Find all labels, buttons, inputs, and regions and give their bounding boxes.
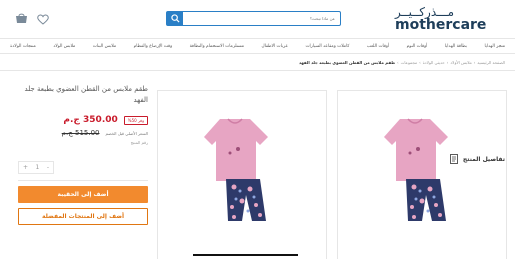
search-input[interactable] [185, 12, 339, 25]
nav-item-gift-shop[interactable]: متجر الهدايا [484, 44, 505, 49]
breadcrumb-item[interactable]: حديثي الولادة [423, 60, 445, 65]
breadcrumb-item[interactable]: الصفحة الرئيسية [477, 60, 505, 65]
old-price-row: السعر الأصلي قبل الخصم 515.00 ج.م [62, 129, 148, 137]
nav-item-feeding[interactable]: وقت الإرضاع والفطام [134, 44, 173, 49]
product-image-secondary[interactable] [157, 90, 327, 259]
nav-item-boys[interactable]: ملابس الولاد [53, 44, 75, 49]
search-bar [166, 11, 341, 26]
breadcrumb-item[interactable]: ملابس الأولاد [450, 60, 471, 65]
nav-item-girls[interactable]: ملابس البنات [93, 44, 116, 49]
divider [0, 70, 515, 71]
cart-icon [15, 13, 27, 23]
qty-value[interactable]: 1 [36, 164, 40, 171]
nav-item-play[interactable]: أوقات اللعب [367, 44, 389, 49]
breadcrumb-separator: › [446, 59, 449, 65]
nav-item-car-seats[interactable]: كاملات ومقاعد السيارات [306, 44, 350, 49]
quantity-stepper[interactable]: - 1 + [18, 161, 54, 174]
product-image-main[interactable] [337, 90, 507, 259]
header-icons [14, 12, 50, 26]
discount-badge: وفر 50% [123, 115, 148, 125]
details-label: تفاصيل المنتج [462, 155, 505, 163]
breadcrumb-current: طقم ملابس من القطن العضوي بطبعة جلد الفه… [298, 59, 395, 65]
breadcrumb-item[interactable]: مجموعات [401, 60, 417, 65]
wishlist-button[interactable] [36, 12, 50, 26]
document-icon [450, 154, 458, 164]
breadcrumb-separator: › [397, 59, 399, 65]
nav-item-gift-card[interactable]: بطاقة الهدايا [445, 44, 467, 49]
nav-item-bathing[interactable]: مستلزمات الاستحمام والنظافة [190, 44, 244, 49]
breadcrumb-separator: › [419, 59, 421, 65]
cart-button[interactable] [14, 12, 28, 26]
old-price: 515.00 ج.م [61, 129, 100, 137]
product-details-toggle[interactable]: تفاصيل المنتج [449, 154, 505, 164]
nav-item-strollers[interactable]: عربات الاطفال [262, 44, 289, 49]
current-price: 350.00 ج.م [63, 115, 118, 125]
product-sku: رقم المنتج [130, 140, 148, 145]
product-title: طقم ملابس من القطن العضوي بطبعة جلد الفه… [24, 85, 148, 104]
logo-english: mothercare [395, 17, 487, 33]
breadcrumb-separator: › [473, 59, 476, 65]
heart-icon [37, 14, 49, 25]
search-icon [170, 14, 180, 23]
nav-item-newborn[interactable]: منتجات الولادة [10, 44, 36, 49]
add-to-bag-button[interactable]: أضف إلى الحقيبة [18, 186, 148, 203]
price-row: وفر 50% 350.00 ج.م [63, 115, 148, 125]
old-price-label: السعر الأصلي قبل الخصم [105, 130, 149, 136]
product-illustration [384, 118, 448, 221]
qty-minus-button[interactable]: - [47, 164, 49, 171]
search-button[interactable] [167, 12, 183, 25]
nav-item-sleep[interactable]: أوقات النوم [407, 44, 428, 49]
image-scroll-indicator[interactable] [193, 254, 298, 256]
breadcrumb: الصفحة الرئيسية › ملابس الأولاد › حديثي ال… [299, 57, 505, 67]
main-nav: متجر الهدايا بطاقة الهدايا أوقات النوم أ… [0, 38, 515, 54]
add-to-wishlist-button[interactable]: أضف إلى المنتجات المفضلة [18, 208, 148, 225]
divider [18, 180, 148, 181]
qty-plus-button[interactable]: + [23, 164, 28, 171]
product-illustration [204, 118, 268, 221]
site-header: مـــذركــيــر mothercare [0, 0, 515, 38]
product-info: طقم ملابس من القطن العضوي بطبعة جلد الفه… [18, 84, 148, 225]
brand-logo[interactable]: مـــذركــيــر mothercare [395, 6, 505, 32]
